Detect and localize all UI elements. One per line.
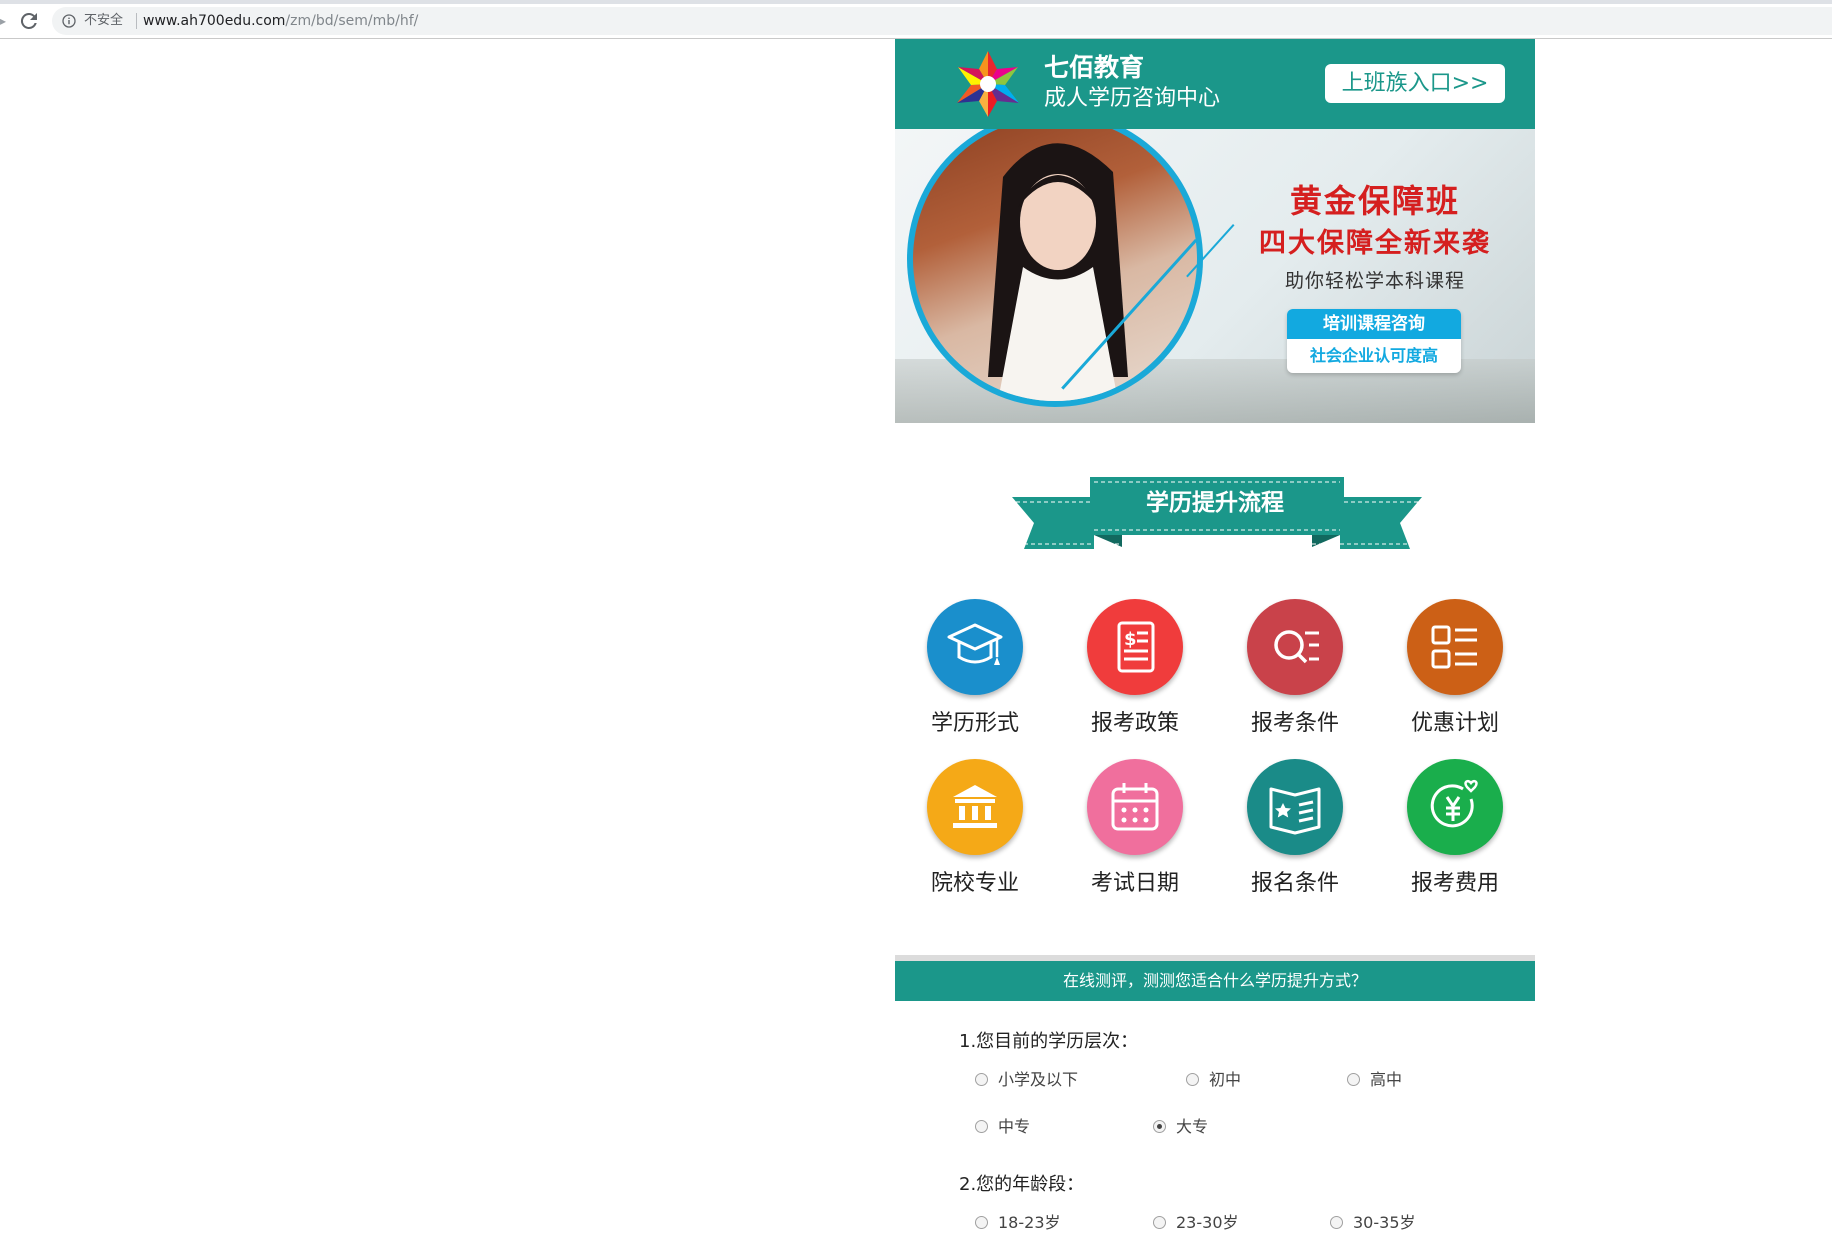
menu-label: 院校专业 xyxy=(930,871,1019,896)
hero-banner[interactable]: 黄金保障班 四大保障全新来袭 助你轻松学本科课程 培训课程咨询 社会企业认可度高 xyxy=(895,129,1535,423)
section-title: 学历提升流程 xyxy=(1146,490,1284,516)
option-label: 23-30岁 xyxy=(1176,1213,1239,1232)
search-list-icon xyxy=(1274,630,1319,664)
menu-label: 考试日期 xyxy=(1090,871,1179,896)
menu-icon-bg xyxy=(1407,759,1503,855)
option-label: 高中 xyxy=(1370,1070,1403,1089)
menu-label: 报名条件 xyxy=(1250,871,1339,896)
svg-text:$: $ xyxy=(1124,629,1137,650)
menu-item-registration-conditions[interactable]: 报名条件 xyxy=(1215,759,1375,909)
option-label: 30-35岁 xyxy=(1353,1213,1416,1232)
url-text[interactable]: www.ah700edu.com/zm/bd/sem/mb/hf/ xyxy=(143,13,418,29)
question-education-level: 1.您目前的学历层次： xyxy=(959,1031,1139,1052)
banner-headline: 四大保障全新来袭 xyxy=(1259,228,1491,259)
menu-icon-bg xyxy=(1087,759,1183,855)
menu-item-education-form[interactable]: 学历形式 xyxy=(895,599,1055,749)
radio-button[interactable] xyxy=(975,1073,988,1086)
browser-toolbar: ▸ 不安全 www.ah700edu.com/zm/bd/sem/mb/hf/ xyxy=(0,4,1832,39)
menu-icon-bg xyxy=(1247,759,1343,855)
calendar-icon xyxy=(1111,783,1159,831)
menu-item-discount-plan[interactable]: 优惠计划 xyxy=(1375,599,1535,749)
menu-item-policy[interactable]: $ 报考政策 xyxy=(1055,599,1215,749)
info-icon[interactable] xyxy=(62,14,76,28)
url-divider xyxy=(136,13,137,29)
menu-icon-bg xyxy=(927,759,1023,855)
option-label: 中专 xyxy=(998,1117,1031,1136)
radio-button[interactable] xyxy=(1347,1073,1360,1086)
institution-icon xyxy=(953,785,997,828)
radio-button[interactable] xyxy=(975,1120,988,1133)
option-label: 小学及以下 xyxy=(998,1070,1079,1089)
banner-tag-top: 培训课程咨询 xyxy=(1287,309,1461,339)
menu-item-exam-fees[interactable]: 报考费用 xyxy=(1375,759,1535,909)
menu-icon-bg: $ xyxy=(1087,599,1183,695)
menu-icon-bg xyxy=(1247,599,1343,695)
menu-label: 报考政策 xyxy=(1090,711,1179,736)
option-label: 18-23岁 xyxy=(998,1213,1061,1232)
policy-document-icon: $ xyxy=(1117,621,1155,673)
star-book-icon xyxy=(1269,787,1321,835)
url-host: www.ah700edu.com xyxy=(143,13,286,29)
radio-button[interactable] xyxy=(1186,1073,1199,1086)
security-label: 不安全 xyxy=(84,13,124,28)
student-photo xyxy=(913,129,1197,401)
banner-subtitle: 助你轻松学本科课程 xyxy=(1284,270,1465,292)
grid-list-icon xyxy=(1431,625,1477,669)
radio-button-selected[interactable] xyxy=(1153,1120,1166,1133)
quiz-banner: 在线测评，测测您适合什么学历提升方式？ xyxy=(895,961,1535,1001)
menu-label: 优惠计划 xyxy=(1410,711,1499,736)
menu-icon-bg xyxy=(1407,599,1503,695)
student-figure xyxy=(988,143,1128,401)
brand-name: 七佰教育 xyxy=(1044,53,1145,82)
option-label: 大专 xyxy=(1176,1117,1209,1136)
menu-item-schools-majors[interactable]: 院校专业 xyxy=(895,759,1055,909)
brand-logo xyxy=(957,51,1019,117)
banner-tag: 培训课程咨询 社会企业认可度高 xyxy=(1287,309,1461,373)
url-path: /zm/bd/sem/mb/hf/ xyxy=(285,13,419,29)
menu-item-exam-conditions[interactable]: 报考条件 xyxy=(1215,599,1375,749)
banner-tag-bottom: 社会企业认可度高 xyxy=(1287,339,1461,373)
menu-icon-bg xyxy=(927,599,1023,695)
graduation-cap-icon xyxy=(947,623,1003,665)
forward-icon[interactable]: ▸ xyxy=(0,14,8,28)
menu-item-exam-dates[interactable]: 考试日期 xyxy=(1055,759,1215,909)
menu-label: 报考条件 xyxy=(1250,711,1339,736)
yen-heart-icon xyxy=(1430,779,1478,828)
worker-entry-button[interactable]: 上班族入口>> xyxy=(1325,64,1505,103)
radio-button[interactable] xyxy=(975,1216,988,1229)
address-bar[interactable]: 不安全 www.ah700edu.com/zm/bd/sem/mb/hf/ xyxy=(52,7,1832,35)
site-header: 七佰教育 成人学历咨询中心 上班族入口>> xyxy=(895,39,1535,129)
brand-subtitle: 成人学历咨询中心 xyxy=(1044,86,1221,111)
banner-title: 黄金保障班 xyxy=(1289,182,1460,220)
radio-button[interactable] xyxy=(1153,1216,1166,1229)
radio-button[interactable] xyxy=(1330,1216,1343,1229)
reload-icon[interactable] xyxy=(17,9,41,33)
question-age-range: 2.您的年龄段： xyxy=(959,1174,1085,1195)
option-label: 初中 xyxy=(1209,1070,1242,1089)
menu-label: 报考费用 xyxy=(1410,871,1499,896)
menu-label: 学历形式 xyxy=(930,711,1019,736)
landing-page: 七佰教育 成人学历咨询中心 上班族入口>> 黄金保障班 四大保障全新来袭 助你轻… xyxy=(895,39,1535,1244)
